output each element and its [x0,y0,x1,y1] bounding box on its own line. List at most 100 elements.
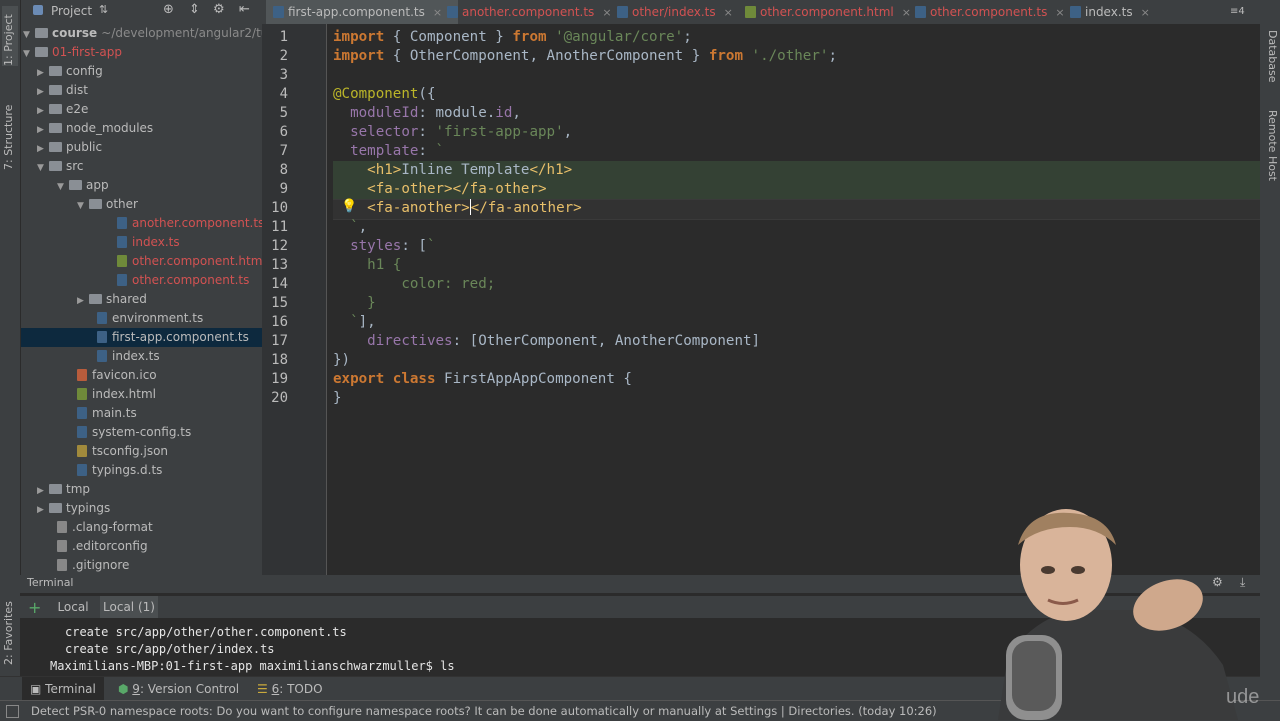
tabs-overflow[interactable]: ≡4 [1230,0,1258,24]
tree-item-other-component-html[interactable]: other.component.html [117,252,262,271]
code-line[interactable]: <fa-other></fa-other> [333,180,547,199]
tree-item-editorconfig[interactable]: .editorconfig [57,537,148,556]
tree-item-index-html[interactable]: index.html [77,385,156,404]
terminal-tool-button[interactable]: ▣ Terminal [22,677,104,701]
tree-item-gitignore[interactable]: .gitignore [57,556,129,575]
right-tool-strip: Database Remote Host [1260,0,1280,700]
tree-item-tsconfig-json[interactable]: tsconfig.json [77,442,168,461]
typescript-file-icon [77,464,87,476]
tab-index-ts[interactable]: index.ts × [1063,0,1175,24]
tab-local-1[interactable]: Local (1) [100,596,158,618]
gear-icon[interactable]: ⚙ [213,2,225,17]
tree-item-other-component-ts[interactable]: other.component.ts [117,271,249,290]
status-message[interactable]: Detect PSR-0 namespace roots: Do you wan… [31,701,937,721]
code-line[interactable]: h1 { [333,256,401,275]
tree-item-dist[interactable]: ▶ dist [37,81,88,100]
code-token: ` [333,314,359,330]
code-line[interactable]: <fa-another></fa-another> [333,199,582,218]
code-line[interactable]: } [333,389,342,408]
dropdown-icon[interactable]: ⇅ [99,3,108,16]
tab-local[interactable]: Local [50,596,96,618]
code-line[interactable]: template: ` [333,142,444,161]
tree-item-favicon-ico[interactable]: favicon.ico [77,366,157,385]
code-token: selector [333,124,419,140]
project-panel-title[interactable]: Project [51,4,92,18]
tree-item-node-modules[interactable]: ▶ node_modules [37,119,153,138]
tree-item-app-index-ts[interactable]: index.ts [97,347,160,366]
todo-tool-button[interactable]: ☰ 6: TODO [257,677,323,701]
tree-item-main-ts[interactable]: main.ts [77,404,137,423]
code-line[interactable]: color: red; [333,275,495,294]
code-token: ; [828,48,837,64]
remote-host-tool-tab[interactable]: Remote Host [1263,110,1279,190]
code-line[interactable]: export class FirstAppAppComponent { [333,370,632,389]
tree-item-other[interactable]: ▼ other [77,195,138,214]
tree-item-src[interactable]: ▼ src [37,157,84,176]
database-tool-tab[interactable]: Database [1263,30,1279,90]
close-icon[interactable]: × [724,6,733,19]
tree-item-shared[interactable]: ▶ shared [77,290,147,309]
text-file-icon [57,540,67,552]
code-line[interactable]: styles: [` [333,237,435,256]
tree-item-another-component-ts[interactable]: another.component.ts [117,214,262,233]
tree-item-label: other.component.ts [132,273,250,287]
tree-item-e2e[interactable]: ▶ e2e [37,100,88,119]
add-icon[interactable]: + [28,598,41,617]
code-token: Inline Template [401,162,530,178]
tree-item-typings[interactable]: ▶ typings [37,499,110,518]
code-token: ], [358,314,376,330]
collapse-icon[interactable]: ⇕ [189,2,200,17]
target-icon[interactable]: ⊕ [163,2,174,17]
tab-other-index-ts[interactable]: other/index.ts × [610,0,752,24]
code-line[interactable]: @Component({ [333,85,436,104]
tree-item-app[interactable]: ▼ app [57,176,109,195]
close-icon[interactable]: × [1141,6,1150,19]
code-token: import [333,29,385,45]
code-line[interactable]: moduleId: module.id, [333,104,521,123]
tree-item-public[interactable]: ▶ public [37,138,102,157]
tab-other-component-ts[interactable]: other.component.ts × [908,0,1080,24]
tabs-overflow-count: 4 [1238,6,1245,17]
code-line[interactable]: selector: 'first-app-app', [333,123,572,142]
tab-first-app-component-ts[interactable]: first-app.component.ts × [266,0,458,24]
tree-item-config[interactable]: ▶ config [37,62,103,81]
tree-item-environment-ts[interactable]: environment.ts [97,309,203,328]
tab-other-component-html[interactable]: other.component.html × [738,0,925,24]
code-line[interactable]: import { Component } from '@angular/core… [333,28,692,47]
code-line[interactable]: directives: [OtherComponent, AnotherComp… [333,332,760,351]
code-line[interactable]: <h1>Inline Template</h1> [333,161,572,180]
code-token: : [OtherComponent, AnotherComponent] [452,333,761,349]
tree-root[interactable]: ▼course ~/development/angular2/tutori [23,24,262,43]
status-toggle-icon[interactable] [6,705,19,718]
code-token: './other' [743,48,829,64]
tree-item-typings-d-ts[interactable]: typings.d.ts [77,461,162,480]
html-file-icon [117,255,127,267]
folder-icon [49,123,62,133]
code-token: : [418,124,436,140]
code-token: , [358,219,368,235]
code-token: <fa-other></fa-other> [367,181,547,197]
typescript-file-icon [97,312,107,324]
tree-item-other-index-ts[interactable]: index.ts [117,233,180,252]
code-token: directives [333,333,453,349]
tree-item-system-config-ts[interactable]: system-config.ts [77,423,191,442]
code-line[interactable]: }) [333,351,350,370]
tab-label: first-app.component.ts [288,5,425,19]
tree-item-tmp[interactable]: ▶ tmp [37,480,90,499]
tree-item-01-first-app[interactable]: ▼ 01-first-app [23,43,122,62]
favorites-tool-tab[interactable]: 2: Favorites [2,590,18,665]
code-line[interactable]: `, [333,218,367,237]
structure-tool-tab[interactable]: 7: Structure [2,95,18,170]
hide-icon[interactable]: ⇤ [239,2,250,17]
typescript-file-icon [77,407,87,419]
tab-another-component-ts[interactable]: another.component.ts × [440,0,622,24]
code-line[interactable]: import { OtherComponent, AnotherComponen… [333,47,837,66]
project-tool-tab[interactable]: 1: Project [2,6,18,66]
tree-item-first-app-component-ts[interactable]: first-app.component.ts [21,328,262,347]
tree-root-path: ~/development/angular2/tutori [101,26,262,40]
tree-item-clang-format[interactable]: .clang-format [57,518,153,537]
code-line[interactable]: `], [333,313,376,332]
version-control-tool-button[interactable]: ⬢ 9: Version Control [118,677,239,701]
code-line[interactable]: } [333,294,376,313]
expand-arrow-icon: ▼ [23,49,30,59]
